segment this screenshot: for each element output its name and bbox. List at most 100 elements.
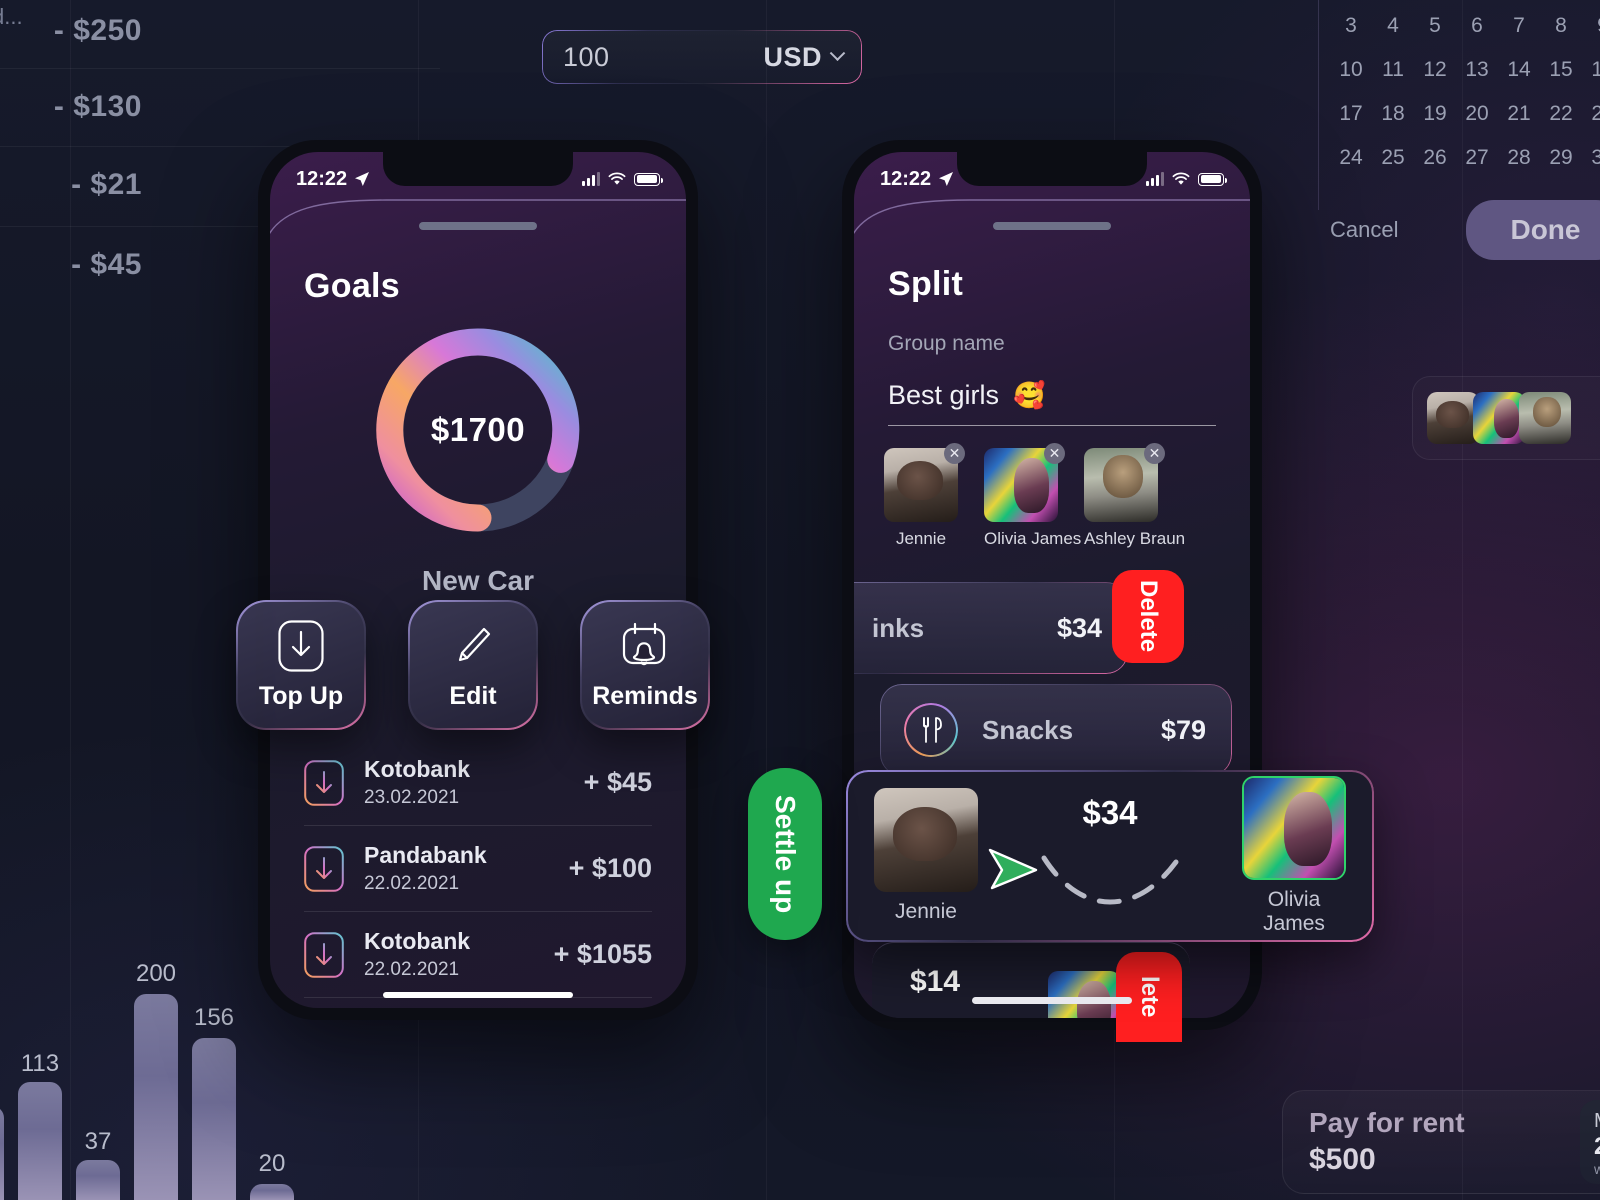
calendar-day[interactable]: 21	[1498, 102, 1540, 126]
calendar-day[interactable]: 26	[1414, 146, 1456, 170]
expense-row-snacks[interactable]: Snacks $79	[880, 684, 1232, 776]
top-up-button[interactable]: Top Up	[236, 600, 366, 730]
bar-item: 200	[134, 960, 178, 1200]
amount-currency-field[interactable]: 100 USD	[542, 30, 862, 84]
calendar-bell-icon	[622, 622, 666, 665]
calendar-day[interactable]: 20	[1456, 102, 1498, 126]
currency-code: USD	[763, 41, 822, 72]
status-time-group: 12:22	[296, 168, 370, 191]
settlement-amount: $34	[1082, 794, 1138, 831]
download-box-icon	[278, 619, 324, 672]
calendar-day[interactable]: 6	[1456, 14, 1498, 38]
member-name: Jennie	[895, 529, 947, 548]
wifi-icon	[608, 172, 626, 185]
table-row[interactable]: Kotobank 23.02.2021 + $45	[304, 740, 652, 825]
delete-button[interactable]: Delete	[1112, 570, 1184, 663]
expense-amount: $79	[1160, 714, 1206, 745]
location-arrow-icon	[939, 172, 954, 186]
calendar-day[interactable]: 30	[1582, 146, 1600, 170]
sheet-grabber[interactable]	[993, 222, 1111, 230]
calendar-day[interactable]: 15	[1540, 58, 1582, 82]
transaction-date: 22.02.2021	[364, 873, 460, 894]
tile-label: Edit	[449, 681, 497, 710]
list-item[interactable]: ✕ Ashley Braun	[1084, 443, 1186, 549]
axis-truncated-label: d...	[0, 4, 23, 29]
group-name-input[interactable]: Best girls 🥰	[888, 380, 1216, 426]
calendar-day[interactable]: 12	[1414, 58, 1456, 82]
bar-rect	[76, 1160, 120, 1200]
battery-icon	[1198, 172, 1227, 186]
tile-label: Top Up	[258, 681, 344, 710]
calendar-day[interactable]: 13	[1456, 58, 1498, 82]
edit-button[interactable]: Edit	[408, 600, 538, 730]
page-title: Split	[888, 265, 964, 303]
transaction-meta: Pandabank 22.02.2021	[344, 842, 569, 895]
reminds-button[interactable]: Reminds	[580, 600, 710, 730]
calendar-day[interactable]: 18	[1372, 102, 1414, 126]
expense-row-drinks[interactable]: inks $34	[854, 582, 1128, 674]
calendar-day[interactable]: 8	[1540, 14, 1582, 38]
calendar-day[interactable]: 4	[1372, 14, 1414, 38]
transaction-meta: Kotobank 22.02.2021	[344, 928, 554, 981]
list-item[interactable]: ✕ Olivia James	[984, 443, 1081, 549]
calendar-day[interactable]: 27	[1456, 146, 1498, 170]
settle-up-button[interactable]: Settle up	[748, 768, 822, 940]
bar-value: 20	[258, 1150, 286, 1177]
bar-item: 113	[18, 1050, 62, 1200]
calendar-day[interactable]: 28	[1498, 146, 1540, 170]
table-row[interactable]: Kotobank 22.02.2021 + $1055	[304, 911, 652, 997]
group-name-emoji: 🥰	[1013, 380, 1046, 410]
calendar-day[interactable]: 16	[1582, 58, 1600, 82]
screenshot-canvas: d... - $250 - $130 - $21 - $45 113 37 20…	[0, 0, 1600, 1200]
goals-phone: 12:22 Goals $1700 New Car Kotobank 23.02…	[258, 140, 698, 1020]
bar-rect	[192, 1038, 236, 1200]
settlement-card[interactable]: Jennie $34 Olivia James	[846, 770, 1374, 942]
status-time: 12:22	[880, 167, 932, 190]
expense-name: Snacks	[982, 714, 1074, 745]
member-name: Ashley Braun	[1084, 529, 1186, 548]
calendar-day[interactable]: 24	[1330, 146, 1372, 170]
members-list: ✕ Jennie ✕ Olivia James ✕ Ashley Braun	[884, 443, 1186, 549]
bar-rect	[0, 1106, 4, 1200]
member-thumbnails-card[interactable]	[1412, 376, 1600, 460]
table-row[interactable]: Pandabank 22.02.2021 + $100	[304, 825, 652, 911]
calendar-day[interactable]: 7	[1498, 14, 1540, 38]
avatar	[1242, 776, 1346, 880]
done-button[interactable]: Done	[1466, 200, 1600, 260]
pencil-icon	[458, 627, 491, 661]
status-time-group: 12:22	[880, 168, 954, 191]
calendar-day[interactable]: 10	[1330, 58, 1372, 82]
rent-amount: $500	[1309, 1143, 1376, 1176]
calendar-day[interactable]: 19	[1414, 102, 1456, 126]
close-icon[interactable]: ✕	[1144, 443, 1165, 464]
settlement-to-name: Olivia James	[1263, 888, 1325, 935]
currency-selector[interactable]: USD	[763, 41, 846, 73]
bar-item: 20	[250, 1150, 294, 1200]
amount-input[interactable]: 100	[563, 42, 610, 73]
transaction-date: 22.02.2021	[364, 959, 460, 980]
calendar-day[interactable]: 5	[1414, 14, 1456, 38]
close-icon[interactable]: ✕	[944, 443, 965, 464]
calendar-grid: 27 28 29 30 31 1 2 3 4 5 6 7 8 9 10 11 1…	[1330, 0, 1600, 170]
calendar-day[interactable]: 14	[1498, 58, 1540, 82]
cancel-button[interactable]: Cancel	[1330, 217, 1398, 243]
calendar-day[interactable]: 23	[1582, 102, 1600, 126]
calendar-day[interactable]: 25	[1372, 146, 1414, 170]
sheet-grabber[interactable]	[419, 222, 537, 230]
calendar-day[interactable]: 22	[1540, 102, 1582, 126]
calendar-day[interactable]: 11	[1372, 58, 1414, 82]
calendar-day[interactable]: 17	[1330, 102, 1372, 126]
bar-value: 156	[193, 1004, 235, 1031]
date-picker-calendar[interactable]: 27 28 29 30 31 1 2 3 4 5 6 7 8 9 10 11 1…	[1330, 0, 1600, 260]
list-item[interactable]: ✕ Jennie	[884, 443, 965, 549]
calendar-day[interactable]: 3	[1330, 14, 1372, 38]
close-icon[interactable]: ✕	[1044, 443, 1065, 464]
calendar-day[interactable]: 9	[1582, 14, 1600, 38]
pay-for-rent-card[interactable]: Pay for rent $500	[1282, 1090, 1600, 1194]
calendar-day[interactable]: 29	[1540, 146, 1582, 170]
transaction-meta: Kotobank 23.02.2021	[344, 756, 584, 809]
group-name-label: Group name	[888, 332, 1005, 355]
tile-label: Reminds	[592, 681, 698, 710]
incoming-transfer-icon	[304, 759, 344, 806]
table-row[interactable]: Kotobank + $500	[304, 997, 652, 1008]
